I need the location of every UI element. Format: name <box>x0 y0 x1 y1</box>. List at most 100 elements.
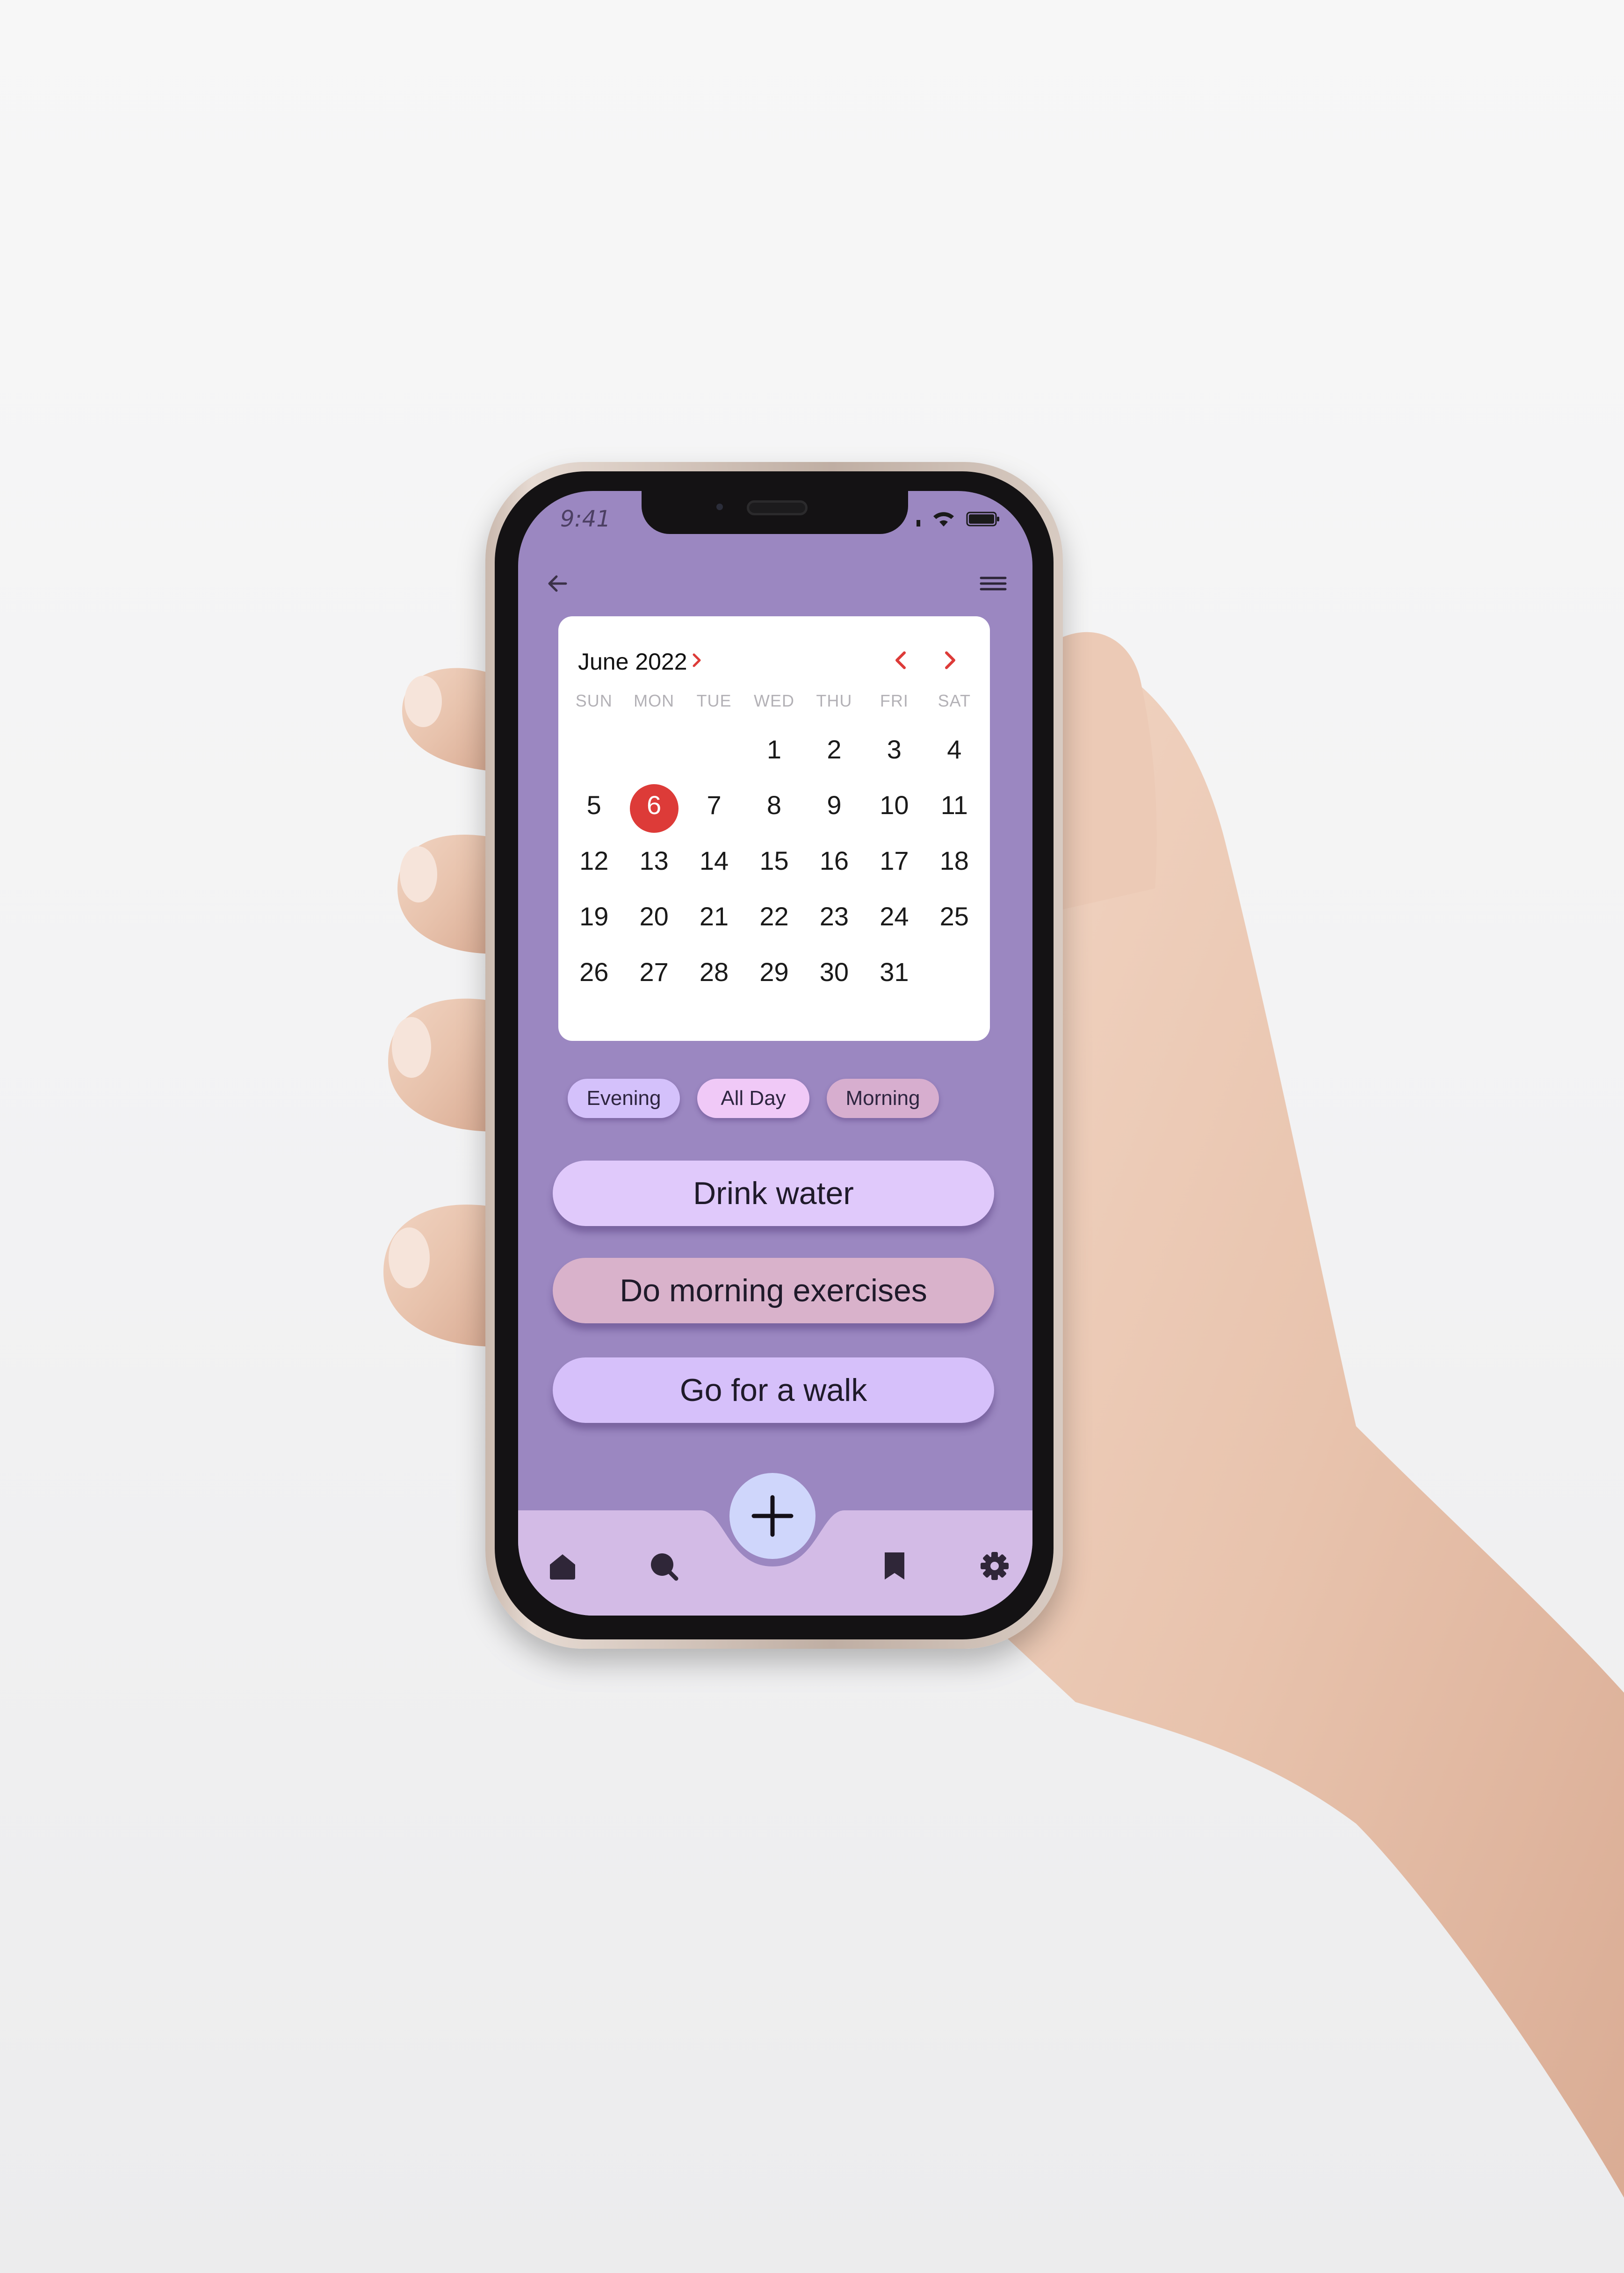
task-morning-exercises[interactable]: Do morning exercises <box>553 1258 994 1323</box>
calendar-day[interactable]: 11 <box>924 780 984 836</box>
weekday-label: SUN <box>575 691 613 710</box>
calendar-day-number: 26 <box>579 957 609 987</box>
arrow-left-icon[interactable] <box>542 569 572 599</box>
calendar-day-number: 22 <box>759 902 789 931</box>
calendar-day-number: 13 <box>639 846 669 875</box>
calendar-card: June 2022 SUN MON TUE WED THU FRI SAT 12… <box>558 616 990 1041</box>
calendar-day[interactable]: 26 <box>564 947 624 1003</box>
status-time: 9:41 <box>560 506 611 532</box>
add-task-button[interactable] <box>729 1473 816 1559</box>
calendar-day[interactable]: 8 <box>744 780 804 836</box>
home-icon[interactable] <box>546 1550 579 1582</box>
calendar-day-number: 3 <box>887 735 902 764</box>
calendar-day[interactable]: 4 <box>924 725 984 780</box>
calendar-day[interactable]: 14 <box>684 836 744 892</box>
camera-dot <box>716 504 723 510</box>
filter-chip-all-day[interactable]: All Day <box>697 1079 809 1118</box>
calendar-day[interactable]: 1 <box>744 725 804 780</box>
calendar-day-number: 27 <box>639 957 669 987</box>
calendar-day-number: 30 <box>819 957 849 987</box>
calendar-day-number: 28 <box>699 957 729 987</box>
calendar-day-number: 1 <box>766 735 782 764</box>
weekday-label: MON <box>634 691 675 710</box>
search-icon[interactable] <box>647 1550 680 1582</box>
calendar-day[interactable]: 20 <box>624 892 684 947</box>
filter-chips: Evening All Day Morning <box>518 1079 1032 1121</box>
weekday-label: WED <box>753 691 794 710</box>
calendar-day-number: 16 <box>819 846 849 875</box>
weekday-header: SUN MON TUE WED THU FRI SAT <box>558 691 990 711</box>
filter-chip-morning[interactable]: Morning <box>827 1079 939 1118</box>
calendar-day[interactable]: 3 <box>864 725 924 780</box>
next-month-icon[interactable] <box>938 647 961 673</box>
filter-chip-evening[interactable]: Evening <box>568 1079 680 1118</box>
calendar-day[interactable]: 10 <box>864 780 924 836</box>
calendar-day[interactable]: 27 <box>624 947 684 1003</box>
weekday-label: THU <box>816 691 852 710</box>
calendar-day[interactable]: 25 <box>924 892 984 947</box>
calendar-day[interactable]: 5 <box>564 780 624 836</box>
calendar-day-number: 5 <box>586 790 601 820</box>
calendar-day[interactable]: 23 <box>804 892 864 947</box>
gear-icon[interactable] <box>978 1550 1011 1582</box>
task-go-for-walk[interactable]: Go for a walk <box>553 1357 994 1423</box>
signal-icon <box>917 520 920 527</box>
task-drink-water[interactable]: Drink water <box>553 1161 994 1226</box>
calendar-day-number: 29 <box>759 957 789 987</box>
calendar-day-number: 9 <box>827 790 842 820</box>
calendar-day-number: 23 <box>819 902 849 931</box>
calendar-day-number: 6 <box>647 790 662 820</box>
calendar-day-number: 4 <box>947 735 962 764</box>
app-screen: 9:41 June 2022 SUN MON TUE WED THU FRI S… <box>518 491 1032 1616</box>
calendar-blank-cell <box>684 725 744 780</box>
calendar-day-number: 21 <box>699 902 729 931</box>
calendar-day[interactable]: 2 <box>804 725 864 780</box>
calendar-day-number: 15 <box>759 846 789 875</box>
calendar-day[interactable]: 12 <box>564 836 624 892</box>
battery-icon <box>966 512 999 527</box>
calendar-day[interactable]: 13 <box>624 836 684 892</box>
calendar-day[interactable]: 28 <box>684 947 744 1003</box>
weekday-label: SAT <box>938 691 971 710</box>
calendar-blank-cell <box>564 725 624 780</box>
calendar-month-label[interactable]: June 2022 <box>578 648 687 675</box>
calendar-day-number: 2 <box>827 735 842 764</box>
calendar-day[interactable]: 30 <box>804 947 864 1003</box>
calendar-day-selected[interactable]: 6 <box>624 780 684 836</box>
calendar-day-grid: 1 2 3 4 5 6 7 8 9 10 11 12 13 14 15 16 17 18 19 20 21 22 23 24 2… <box>558 725 990 1003</box>
calendar-day-number: 20 <box>639 902 669 931</box>
calendar-day[interactable]: 24 <box>864 892 924 947</box>
calendar-day-number: 8 <box>766 790 782 820</box>
calendar-day[interactable]: 22 <box>744 892 804 947</box>
calendar-day-number: 18 <box>939 846 969 875</box>
calendar-day[interactable]: 17 <box>864 836 924 892</box>
calendar-day-number: 17 <box>880 846 909 875</box>
calendar-day[interactable]: 7 <box>684 780 744 836</box>
calendar-day[interactable]: 29 <box>744 947 804 1003</box>
plus-icon <box>751 1495 794 1537</box>
previous-month-icon[interactable] <box>889 647 913 673</box>
calendar-day-number: 24 <box>880 902 909 931</box>
wifi-icon <box>933 512 954 527</box>
calendar-day-number: 19 <box>579 902 609 931</box>
calendar-day[interactable]: 18 <box>924 836 984 892</box>
weekday-label: FRI <box>880 691 909 710</box>
calendar-day-number: 25 <box>939 902 969 931</box>
calendar-day[interactable]: 21 <box>684 892 744 947</box>
bookmark-icon[interactable] <box>878 1550 911 1582</box>
calendar-day[interactable]: 15 <box>744 836 804 892</box>
status-icons <box>917 512 999 527</box>
weekday-label: TUE <box>696 691 732 710</box>
calendar-day[interactable]: 9 <box>804 780 864 836</box>
calendar-day[interactable]: 31 <box>864 947 924 1003</box>
calendar-day-number: 12 <box>579 846 609 875</box>
calendar-day-number: 10 <box>880 790 909 820</box>
calendar-day-number: 14 <box>699 846 729 875</box>
calendar-blank-cell <box>624 725 684 780</box>
calendar-day-number: 7 <box>707 790 722 820</box>
calendar-day[interactable]: 19 <box>564 892 624 947</box>
hamburger-menu-icon[interactable] <box>978 569 1008 599</box>
chevron-right-icon[interactable] <box>690 650 704 671</box>
calendar-day[interactable]: 16 <box>804 836 864 892</box>
speaker-grille <box>747 500 808 515</box>
